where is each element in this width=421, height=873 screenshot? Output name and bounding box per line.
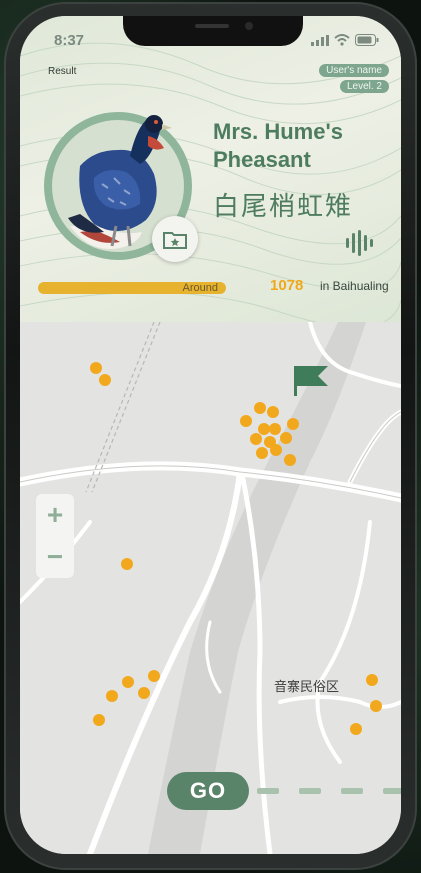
phone-notch [123, 16, 303, 46]
level-badge: Level. 2 [339, 80, 389, 93]
battery-icon [355, 34, 379, 46]
sighting-dot [350, 723, 362, 735]
collection-button[interactable] [152, 216, 198, 262]
sighting-dot [99, 374, 111, 386]
sighting-dot [122, 676, 134, 688]
sighting-dot [366, 674, 378, 686]
road-village [315, 520, 372, 764]
sighting-dot [138, 687, 150, 699]
sighting-location: in Baihualing [320, 279, 389, 293]
app-screen: 8:37 Result User's name Level. 2 Mrs. Hu… [20, 16, 401, 854]
sighting-dot [121, 558, 133, 570]
progress-label: Around [182, 282, 218, 294]
bird-name-chinese: 白尾梢虹雉 [213, 192, 354, 222]
phone-mockup: 8:37 Result User's name Level. 2 Mrs. Hu… [0, 0, 421, 873]
signal-icon [311, 34, 329, 46]
sighting-dot [250, 433, 262, 445]
zoom-out-button[interactable]: − [47, 543, 63, 571]
sighting-dot [254, 402, 266, 414]
speaker-grille [195, 24, 229, 28]
sighting-dot [284, 454, 296, 466]
map-place-label: 音寨民俗区 [274, 680, 340, 695]
zoom-in-button[interactable]: + [47, 501, 63, 529]
route-dash [383, 788, 401, 794]
folder-star-icon [163, 232, 187, 249]
route-dash [341, 788, 363, 794]
sound-wave-icon[interactable] [346, 230, 378, 256]
result-label: Result [48, 66, 77, 77]
route-dash [257, 788, 279, 794]
zoom-control: + − [36, 494, 74, 578]
sighting-dot [148, 670, 160, 682]
bird-name-line1: Mrs. Hume's [213, 119, 343, 144]
sightings-map[interactable]: + − 音寨民俗区 GO [20, 322, 401, 854]
sighting-dot [280, 432, 292, 444]
status-icons [311, 34, 379, 46]
user-name-badge[interactable]: User's name [319, 64, 389, 77]
route-dash [299, 788, 321, 794]
sighting-dot [240, 415, 252, 427]
sighting-dot [370, 700, 382, 712]
sighting-dot [269, 423, 281, 435]
go-button[interactable]: GO [167, 772, 249, 810]
sighting-dot [267, 406, 279, 418]
road-village-loop [278, 695, 401, 709]
sighting-dot [258, 423, 270, 435]
result-header: 8:37 Result User's name Level. 2 Mrs. Hu… [20, 16, 401, 322]
sighting-dot [93, 714, 105, 726]
sighting-dot [287, 418, 299, 430]
bird-name-line2: Pheasant [213, 147, 311, 172]
sighting-dot [90, 362, 102, 374]
sighting-dot [106, 690, 118, 702]
main-road [20, 461, 401, 503]
status-time: 8:37 [54, 32, 85, 49]
bird-name-english: Mrs. Hume's Pheasant [213, 118, 393, 174]
sighting-dot [256, 447, 268, 459]
sighting-dot [270, 444, 282, 456]
wifi-icon [334, 34, 350, 46]
sighting-count: 1078 [270, 277, 304, 294]
road-east [347, 409, 401, 485]
front-camera [245, 22, 253, 30]
